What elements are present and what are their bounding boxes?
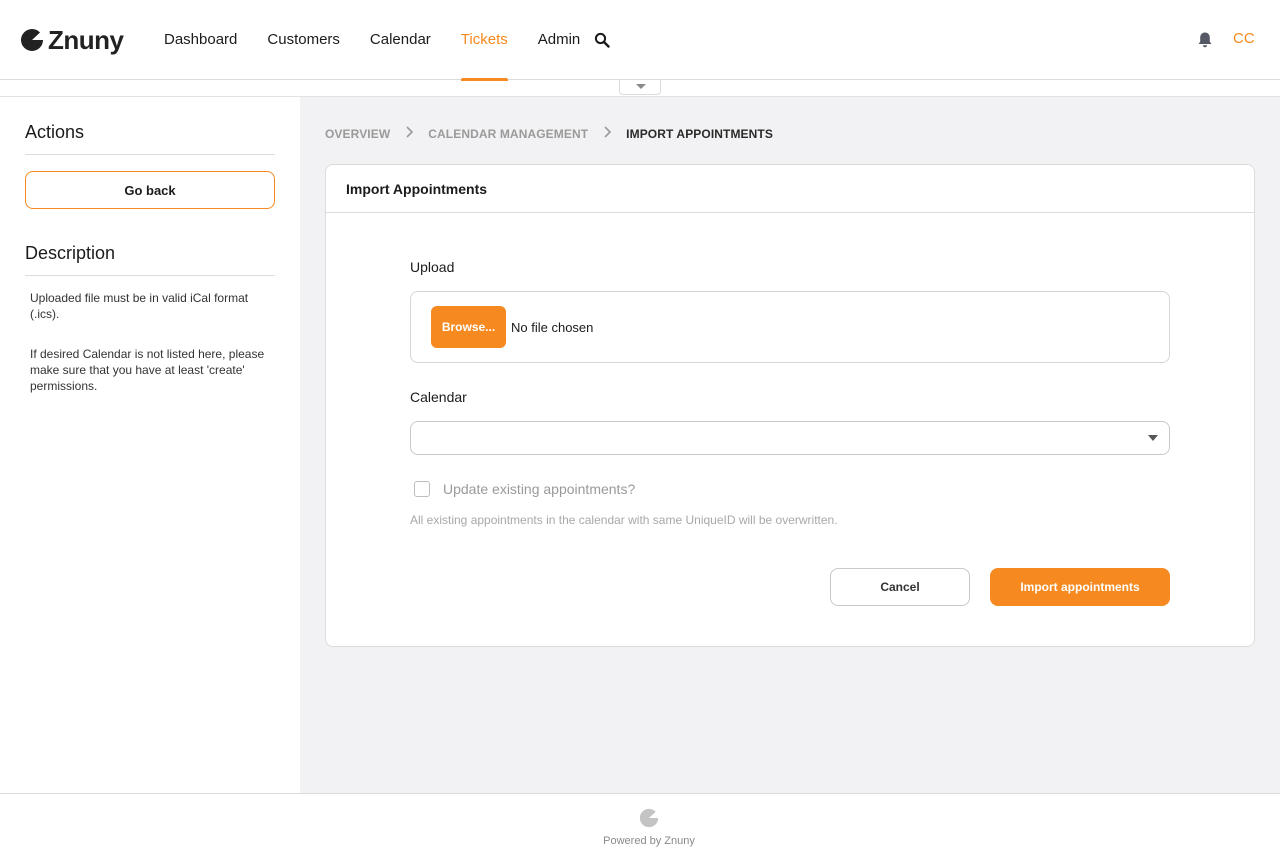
actions-heading: Actions <box>25 122 275 155</box>
file-status-text: No file chosen <box>511 320 594 335</box>
top-navigation-bar: Znuny Dashboard Customers Calendar Ticke… <box>0 0 1280 81</box>
chevron-right-icon <box>390 126 428 141</box>
search-icon[interactable] <box>594 32 610 48</box>
cancel-button[interactable]: Cancel <box>830 568 970 606</box>
znuny-logo-icon <box>21 29 43 51</box>
nav-customers[interactable]: Customers <box>252 0 355 80</box>
description-text-format: Uploaded file must be in valid iCal form… <box>30 291 249 321</box>
footer: Powered by Znuny <box>0 793 1280 860</box>
main-nav: Dashboard Customers Calendar Tickets Adm… <box>149 0 596 81</box>
browse-button[interactable]: Browse... <box>431 306 506 348</box>
update-existing-hint: All existing appointments in the calenda… <box>410 513 838 527</box>
nav-tickets[interactable]: Tickets <box>446 0 523 81</box>
calendar-select[interactable] <box>410 421 1170 455</box>
nav-dashboard[interactable]: Dashboard <box>149 0 252 80</box>
description-text-permissions: If desired Calendar is not listed here, … <box>30 347 265 393</box>
breadcrumb-overview[interactable]: OVERVIEW <box>325 127 390 141</box>
caret-down-icon <box>1148 435 1158 441</box>
brand-name: Znuny <box>48 25 124 55</box>
header-toggle-button[interactable] <box>619 80 661 95</box>
update-existing-label[interactable]: Update existing appointments? <box>443 481 635 497</box>
user-avatar[interactable]: CC <box>1233 30 1255 47</box>
nav-calendar[interactable]: Calendar <box>355 0 446 80</box>
bell-icon[interactable] <box>1196 31 1214 49</box>
main-content: OVERVIEW CALENDAR MANAGEMENT IMPORT APPO… <box>300 96 1280 793</box>
nav-admin[interactable]: Admin <box>523 0 596 80</box>
file-upload-field[interactable]: Browse... No file chosen <box>410 291 1170 363</box>
breadcrumb: OVERVIEW CALENDAR MANAGEMENT IMPORT APPO… <box>325 126 773 141</box>
import-appointments-button[interactable]: Import appointments <box>990 568 1170 606</box>
breadcrumb-current: IMPORT APPOINTMENTS <box>626 126 773 141</box>
description-heading: Description <box>25 243 275 276</box>
powered-by-text: Powered by Znuny <box>603 835 695 847</box>
card-title: Import Appointments <box>326 165 1254 213</box>
import-appointments-card: Import Appointments Upload Browse... No … <box>325 164 1255 647</box>
breadcrumb-calendar-management[interactable]: CALENDAR MANAGEMENT <box>428 127 588 141</box>
go-back-button[interactable]: Go back <box>25 171 275 209</box>
upload-label: Upload <box>410 259 455 275</box>
sidebar: Actions Go back Description Uploaded fil… <box>0 96 300 793</box>
chevron-right-icon <box>588 126 626 141</box>
update-existing-checkbox[interactable] <box>414 481 430 497</box>
calendar-label: Calendar <box>410 389 467 405</box>
znuny-footer-logo-icon <box>639 808 659 828</box>
znuny-logo[interactable]: Znuny <box>20 26 124 54</box>
